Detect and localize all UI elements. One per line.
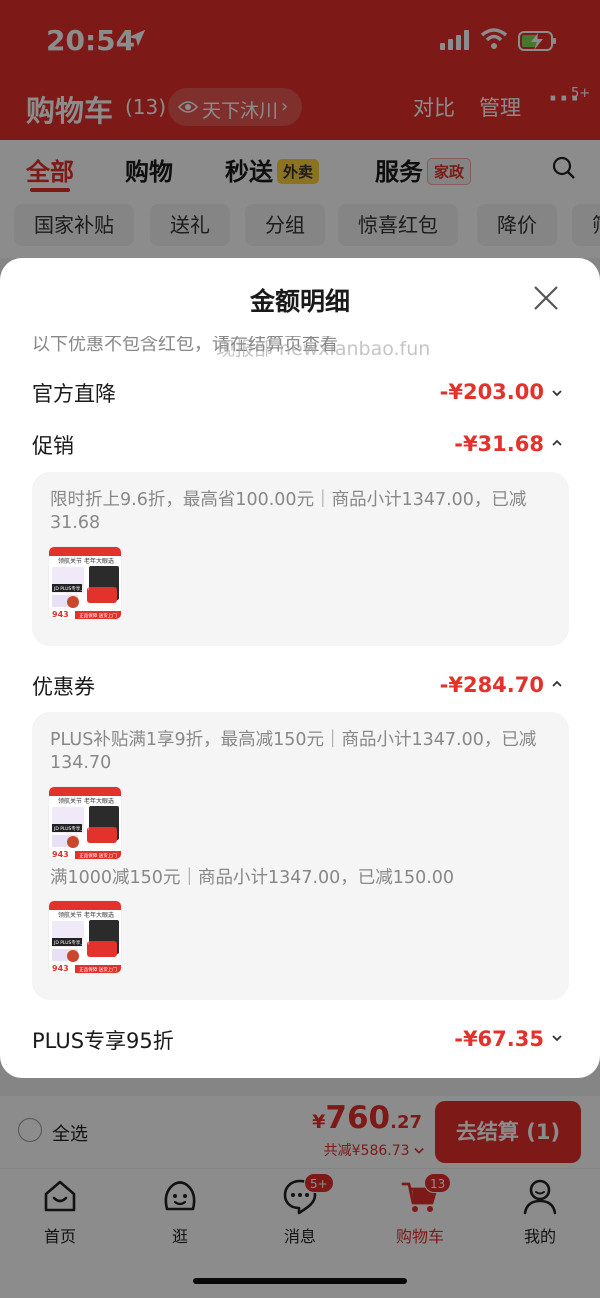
product-thumbnail[interactable]: 领航关节 老年大眼选 JD PLUS专享上价 943 正品保障 送货上门: [48, 546, 122, 620]
product-thumbnail[interactable]: 领航关节 老年大眼选 JD PLUS专享上价 943 正品保障 送货上门: [48, 900, 122, 974]
coupon-text-plus: PLUS补贴满1享9折，最高减150元｜商品小计1347.00，已减134.70: [50, 730, 537, 773]
thumb-badge: JD PLUS专享上价: [53, 825, 90, 832]
chevron-up-icon[interactable]: [551, 679, 563, 689]
thumb-badge: JD PLUS专享上价: [53, 939, 90, 946]
row-promotion-label: 促销: [32, 434, 74, 458]
row-official-discount-label: 官方直降: [32, 382, 116, 406]
product-image: 领航关节 老年大眼选 JD PLUS专享上价 943 正品保障 送货上门: [49, 547, 121, 619]
row-coupon-amount: -¥284.70: [439, 673, 544, 697]
row-coupon-label: 优惠券: [32, 675, 95, 699]
close-icon[interactable]: [531, 283, 561, 313]
product-thumbnail[interactable]: 领航关节 老年大眼选 JD PLUS专享上价 943 正品保障 送货上门: [48, 786, 122, 860]
thumb-badge: JD PLUS专享上价: [53, 585, 90, 592]
product-image: 领航关节 老年大眼选 JD PLUS专享上价 943 正品保障 送货上门: [49, 787, 121, 859]
row-plus-discount-label: PLUS专享95折: [32, 1029, 174, 1053]
thumb-price: 943: [52, 964, 69, 973]
thumb-footer: 正品保障 送货上门: [79, 612, 117, 619]
thumb-price: 943: [52, 610, 69, 619]
thumb-headline: 领航关节 老年大眼选: [58, 797, 114, 805]
sheet-title: 金额明细: [249, 287, 350, 316]
chevron-down-icon[interactable]: [551, 1033, 563, 1043]
row-promotion-amount: -¥31.68: [454, 432, 544, 456]
thumb-price: 943: [52, 850, 69, 859]
promotion-text: 限时折上9.6折，最高省100.00元｜商品小计1347.00，已减31.68: [50, 490, 527, 533]
coupon-text-threshold: 满1000减150元｜商品小计1347.00，已减150.00: [50, 868, 455, 888]
chevron-down-icon[interactable]: [551, 388, 563, 398]
product-image: 领航关节 老年大眼选 JD PLUS专享上价 943 正品保障 送货上门: [49, 901, 121, 973]
thumb-footer: 正品保障 送货上门: [79, 966, 117, 973]
amount-detail-sheet: 金额明细 以下优惠不包含红包，请在结算页查看 现报部 newxianbao.fu…: [0, 258, 600, 1078]
thumb-footer: 正品保障 送货上门: [79, 852, 117, 859]
chevron-up-icon[interactable]: [551, 438, 563, 448]
watermark: 现报部 newxianbao.fun: [216, 338, 431, 360]
row-official-discount-amount: -¥203.00: [439, 380, 544, 404]
promotion-detail-box: 限时折上9.6折，最高省100.00元｜商品小计1347.00，已减31.68 …: [32, 472, 569, 646]
coupon-detail-box: PLUS补贴满1享9折，最高减150元｜商品小计1347.00，已减134.70…: [32, 712, 569, 1000]
row-plus-discount-amount: -¥67.35: [454, 1027, 544, 1051]
thumb-headline: 领航关节 老年大眼选: [58, 557, 114, 565]
thumb-headline: 领航关节 老年大眼选: [58, 911, 114, 919]
